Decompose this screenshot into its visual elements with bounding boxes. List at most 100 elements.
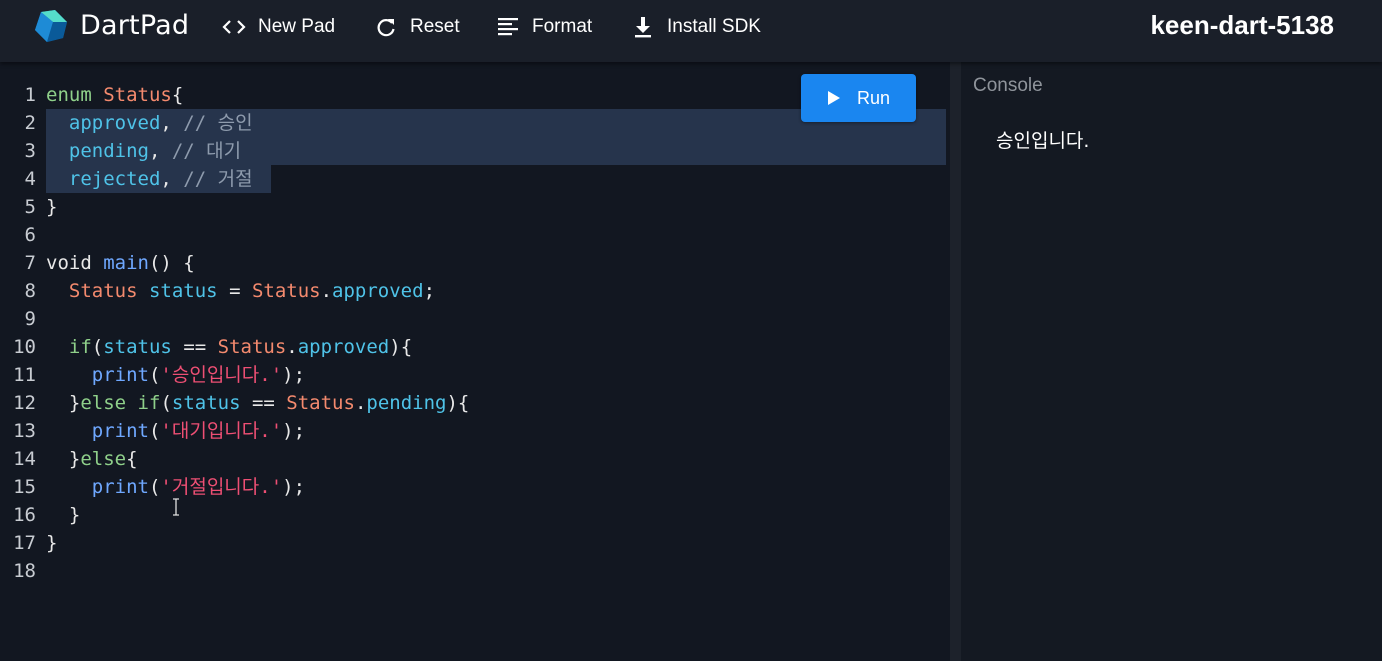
top-app-bar: DartPad New Pad Reset Format Install SDK… <box>0 0 1382 62</box>
format-label: Format <box>532 16 593 37</box>
code-token: == <box>171 336 218 358</box>
code-line[interactable]: 13 print('대기입니다.'); <box>0 417 946 445</box>
code-token: '승인입니다.' <box>160 364 283 386</box>
code-line[interactable]: 18 <box>0 557 946 585</box>
code-line[interactable]: 6 <box>0 221 946 249</box>
code-token: Status <box>251 280 321 302</box>
code-token: ( <box>148 364 161 386</box>
code-line[interactable]: 11 print('승인입니다.'); <box>0 361 946 389</box>
line-number: 15 <box>13 476 36 498</box>
format-align-icon <box>496 15 520 39</box>
line-number: 9 <box>24 308 36 330</box>
reset-button[interactable]: Reset <box>374 14 460 40</box>
code-token: // 거절 <box>183 168 253 190</box>
code-token: '거절입니다.' <box>160 476 283 498</box>
code-line[interactable]: 7 void main() { <box>0 249 946 277</box>
code-line[interactable]: 3 pending, // 대기 <box>0 137 946 165</box>
line-number: 17 <box>13 532 36 554</box>
code-token: print <box>91 364 149 386</box>
panel-splitter[interactable] <box>950 62 961 661</box>
code-line[interactable]: 17} <box>0 529 946 557</box>
code-token: Status <box>217 336 287 358</box>
code-token: rejected <box>68 168 161 190</box>
code-line[interactable]: 15 print('거절입니다.'); <box>0 473 946 501</box>
code-token: if <box>68 336 92 358</box>
code-token: } <box>46 448 81 470</box>
line-number: 18 <box>13 560 36 582</box>
code-text: } <box>46 193 57 221</box>
line-number: 8 <box>24 280 36 302</box>
code-brackets-icon <box>222 15 246 39</box>
code-line[interactable]: 12 }else if(status == Status.pending){ <box>0 389 946 417</box>
line-number: 1 <box>24 84 36 106</box>
code-token: enum <box>46 84 104 106</box>
line-number: 4 <box>24 168 36 190</box>
code-token: } <box>46 196 58 218</box>
format-button[interactable]: Format <box>496 14 592 40</box>
code-token: = <box>217 280 252 302</box>
code-token: ( <box>148 420 161 442</box>
play-icon <box>827 91 840 105</box>
run-button[interactable]: Run <box>801 74 916 122</box>
code-token: print <box>91 476 149 498</box>
code-token: . <box>286 336 298 358</box>
code-token: approved <box>297 336 390 358</box>
code-line[interactable]: 9 <box>0 305 946 333</box>
code-line[interactable]: 10 if(status == Status.approved){ <box>0 333 946 361</box>
code-token: ){ <box>446 392 470 414</box>
code-token: , <box>148 140 172 162</box>
code-token: == <box>240 392 287 414</box>
code-line[interactable]: 16 } <box>0 501 946 529</box>
code-line[interactable]: 4 rejected, // 거절 <box>0 165 946 193</box>
code-token: Status <box>68 280 138 302</box>
code-token: print <box>91 420 149 442</box>
code-token: () { <box>148 252 195 274</box>
code-line[interactable]: 8 Status status = Status.approved; <box>0 277 946 305</box>
run-label: Run <box>856 87 891 108</box>
new-pad-label: New Pad <box>258 16 336 37</box>
code-text: approved, // 승인 <box>46 109 253 137</box>
code-token: } <box>46 504 81 526</box>
new-pad-button[interactable]: New Pad <box>222 14 335 40</box>
refresh-icon <box>374 15 398 39</box>
app-title: DartPad <box>80 10 190 41</box>
line-number: 11 <box>13 364 36 386</box>
code-text: }else if(status == Status.pending){ <box>46 389 469 417</box>
line-number: 5 <box>24 196 36 218</box>
code-line[interactable]: 14 }else{ <box>0 445 946 473</box>
code-token: pending <box>68 140 149 162</box>
code-token: else <box>80 392 127 414</box>
console-output: 승인입니다. <box>996 130 1090 152</box>
code-token: ( <box>160 392 172 414</box>
console-label: Console <box>973 75 1043 96</box>
download-icon <box>631 15 655 39</box>
code-line[interactable]: 5} <box>0 193 946 221</box>
line-number: 3 <box>24 140 36 162</box>
code-token: void <box>46 252 104 274</box>
install-sdk-button[interactable]: Install SDK <box>631 14 761 40</box>
code-token: . <box>320 280 333 302</box>
code-token: Status <box>103 84 172 106</box>
line-number: 13 <box>13 420 36 442</box>
code-token: // 대기 <box>171 140 242 162</box>
install-sdk-label: Install SDK <box>667 16 761 37</box>
code-token: { <box>171 84 184 106</box>
code-token: . <box>354 392 367 414</box>
code-text: rejected, // 거절 <box>46 165 253 193</box>
code-token: Status <box>286 392 355 414</box>
code-text: }else{ <box>46 445 138 473</box>
line-number: 2 <box>24 112 36 134</box>
code-token: ); <box>282 364 306 386</box>
code-text: } <box>46 529 57 557</box>
code-token: ); <box>282 420 306 442</box>
code-editor[interactable]: 1 enum Status{2 approved, // 승인 3 pending,… <box>0 62 950 661</box>
line-number: 12 <box>13 392 36 414</box>
code-token: , <box>160 168 184 190</box>
